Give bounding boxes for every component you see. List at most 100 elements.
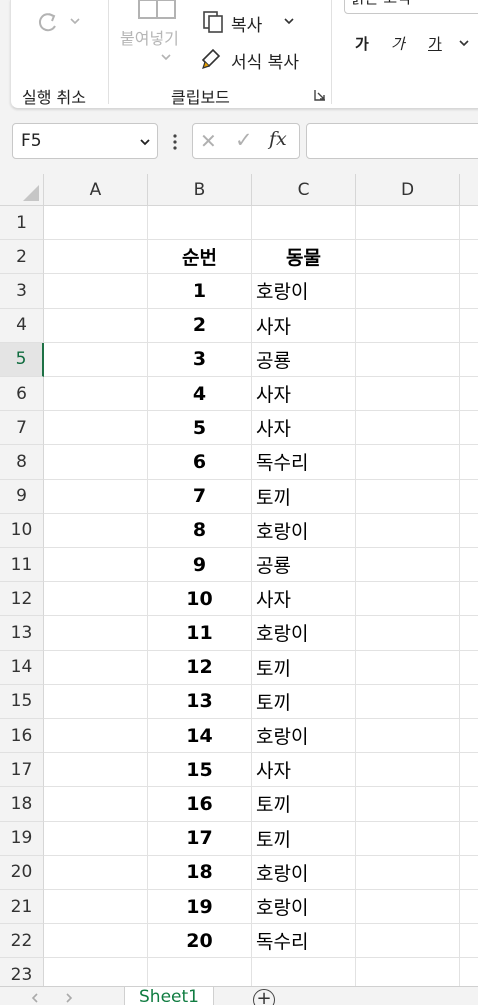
cell-b8[interactable]: 6 bbox=[148, 445, 252, 480]
cell-c3[interactable]: 호랑이 bbox=[252, 274, 356, 309]
insert-function-button[interactable]: fx bbox=[269, 128, 287, 150]
cell-c19[interactable]: 토끼 bbox=[252, 821, 356, 856]
cell-a22[interactable] bbox=[44, 924, 148, 959]
add-sheet-button[interactable]: + bbox=[253, 989, 275, 1005]
cell-b14[interactable]: 12 bbox=[148, 650, 252, 685]
scroll-right-icon[interactable] bbox=[64, 992, 74, 1004]
cell-a4[interactable] bbox=[44, 308, 148, 343]
cell-e12[interactable] bbox=[460, 582, 478, 617]
row-header[interactable]: 23 bbox=[0, 958, 44, 986]
cell-a1[interactable] bbox=[44, 206, 148, 241]
cell-e9[interactable] bbox=[460, 480, 478, 514]
bold-button[interactable]: 가 bbox=[355, 33, 369, 54]
cell-d8[interactable] bbox=[356, 445, 460, 480]
cell-e3[interactable] bbox=[460, 274, 478, 309]
redo-dropdown-chevron-icon[interactable] bbox=[69, 16, 81, 26]
enter-icon[interactable]: ✓ bbox=[235, 128, 253, 152]
cell-a17[interactable] bbox=[44, 753, 148, 788]
cell-c10[interactable]: 호랑이 bbox=[252, 513, 356, 548]
cell-d16[interactable] bbox=[356, 719, 460, 754]
row-header[interactable]: 14 bbox=[0, 650, 44, 685]
cancel-icon[interactable]: ✕ bbox=[200, 129, 217, 153]
cell-b23[interactable] bbox=[148, 958, 252, 986]
name-box[interactable]: F5 bbox=[12, 123, 158, 159]
cell-e17[interactable] bbox=[460, 753, 478, 788]
cell-e1[interactable] bbox=[460, 206, 478, 241]
row-header[interactable]: 11 bbox=[0, 548, 44, 583]
cell-e18[interactable] bbox=[460, 787, 478, 822]
row-header[interactable]: 20 bbox=[0, 855, 44, 890]
cell-e23[interactable] bbox=[460, 958, 478, 986]
cell-b22[interactable]: 20 bbox=[148, 924, 252, 959]
cell-b21[interactable]: 19 bbox=[148, 890, 252, 925]
format-painter-label[interactable]: 서식 복사 bbox=[231, 48, 299, 73]
cell-a21[interactable] bbox=[44, 890, 148, 925]
cell-c7[interactable]: 사자 bbox=[252, 411, 356, 446]
name-box-chevron-icon[interactable] bbox=[139, 137, 151, 147]
font-name-box[interactable]: 맑은 고딕 bbox=[344, 0, 478, 14]
row-header[interactable]: 4 bbox=[0, 308, 44, 343]
cell-d6[interactable] bbox=[356, 377, 460, 412]
paste-button-label[interactable]: 붙여넣기 bbox=[120, 25, 179, 49]
row-header[interactable]: 3 bbox=[0, 274, 44, 309]
cell-a19[interactable] bbox=[44, 821, 148, 856]
row-header[interactable]: 9 bbox=[0, 479, 44, 514]
cell-b4[interactable]: 2 bbox=[148, 308, 252, 343]
cell-c15[interactable]: 토끼 bbox=[252, 684, 356, 719]
cell-a2[interactable] bbox=[44, 240, 148, 275]
row-header[interactable]: 10 bbox=[0, 513, 44, 548]
cell-c23[interactable] bbox=[252, 958, 356, 986]
cell-a5[interactable] bbox=[44, 342, 148, 377]
cell-e2[interactable] bbox=[460, 240, 478, 275]
cell-b18[interactable]: 16 bbox=[148, 787, 252, 822]
cell-a13[interactable] bbox=[44, 616, 148, 651]
cell-e7[interactable] bbox=[460, 411, 478, 446]
underline-button[interactable]: 가 bbox=[428, 33, 442, 54]
cell-d1[interactable] bbox=[356, 206, 460, 241]
cell-e19[interactable] bbox=[460, 822, 478, 856]
cell-d4[interactable] bbox=[356, 308, 460, 343]
copy-dropdown-chevron-icon[interactable] bbox=[283, 16, 295, 26]
cell-b20[interactable]: 18 bbox=[148, 855, 252, 890]
cell-d21[interactable] bbox=[356, 890, 460, 925]
cell-b10[interactable]: 8 bbox=[148, 513, 252, 548]
cell-c13[interactable]: 호랑이 bbox=[252, 616, 356, 651]
cell-e10[interactable] bbox=[460, 514, 478, 548]
cell-a18[interactable] bbox=[44, 787, 148, 822]
cell-c16[interactable]: 호랑이 bbox=[252, 719, 356, 754]
cell-b9[interactable]: 7 bbox=[148, 479, 252, 514]
row-header[interactable]: 13 bbox=[0, 616, 44, 651]
cell-b19[interactable]: 17 bbox=[148, 821, 252, 856]
cell-a3[interactable] bbox=[44, 274, 148, 309]
select-all-button[interactable] bbox=[0, 174, 44, 206]
cell-d7[interactable] bbox=[356, 411, 460, 446]
row-header[interactable]: 8 bbox=[0, 445, 44, 480]
row-header[interactable]: 18 bbox=[0, 787, 44, 822]
row-header[interactable]: 21 bbox=[0, 890, 44, 925]
column-header-c[interactable]: C bbox=[252, 174, 356, 206]
cell-b1[interactable] bbox=[148, 206, 252, 241]
cell-d10[interactable] bbox=[356, 513, 460, 548]
more-options-icon[interactable] bbox=[172, 134, 178, 150]
row-header[interactable]: 7 bbox=[0, 411, 44, 446]
cell-e4[interactable] bbox=[460, 309, 478, 343]
cell-e14[interactable] bbox=[460, 651, 478, 685]
row-header[interactable]: 17 bbox=[0, 753, 44, 788]
cell-b17[interactable]: 15 bbox=[148, 753, 252, 788]
underline-dropdown-chevron-icon[interactable] bbox=[458, 38, 470, 48]
cell-d12[interactable] bbox=[356, 582, 460, 617]
cell-a23[interactable] bbox=[44, 958, 148, 986]
copy-button-label[interactable]: 복사 bbox=[231, 11, 262, 36]
clipboard-dialog-launcher-icon[interactable] bbox=[313, 88, 327, 102]
cell-c2[interactable]: 동물 bbox=[252, 240, 356, 275]
cell-b13[interactable]: 11 bbox=[148, 616, 252, 651]
cell-d20[interactable] bbox=[356, 855, 460, 890]
cell-c1[interactable] bbox=[252, 206, 356, 241]
row-header[interactable]: 5 bbox=[0, 342, 44, 377]
cell-c12[interactable]: 사자 bbox=[252, 582, 356, 617]
cell-b6[interactable]: 4 bbox=[148, 377, 252, 412]
cell-b5[interactable]: 3 bbox=[148, 342, 252, 377]
cell-e20[interactable] bbox=[460, 856, 478, 890]
cell-d19[interactable] bbox=[356, 821, 460, 856]
cell-a7[interactable] bbox=[44, 411, 148, 446]
